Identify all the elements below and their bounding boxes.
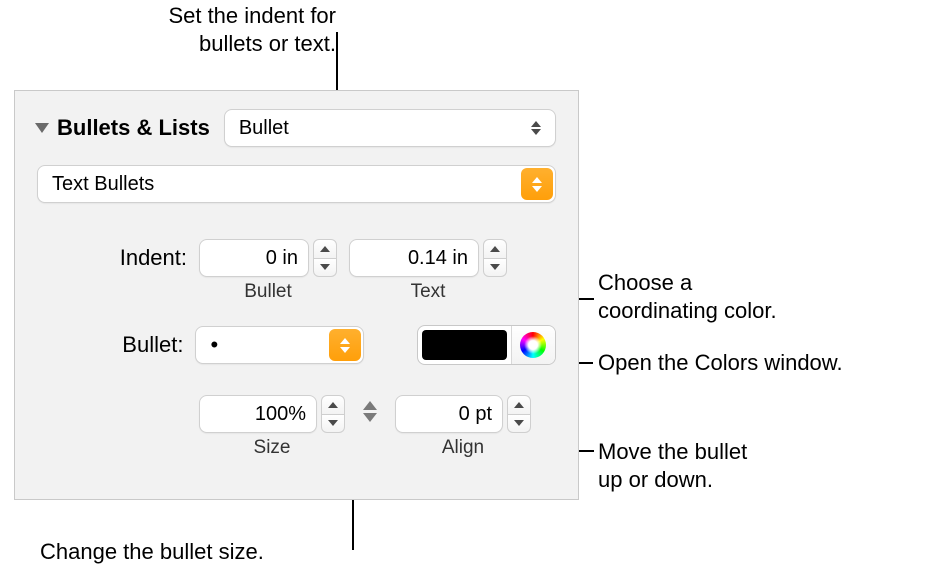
callout-size: Change the bullet size. xyxy=(40,538,264,566)
indent-text-stepper[interactable] xyxy=(483,239,507,277)
indent-text-field[interactable] xyxy=(349,239,479,277)
indent-text-sublabel: Text xyxy=(411,281,446,303)
callout-align: Move the bullet up or down. xyxy=(598,438,747,493)
section-title: Bullets & Lists xyxy=(57,115,210,141)
bullet-character-value: • xyxy=(210,332,218,358)
disclosure-triangle-icon[interactable] xyxy=(35,123,49,133)
bullet-type-value: Text Bullets xyxy=(52,173,154,196)
align-stepper[interactable] xyxy=(507,395,531,433)
bullet-label: Bullet: xyxy=(37,332,183,358)
indent-label: Indent: xyxy=(37,239,187,271)
list-style-dropdown[interactable]: Bullet xyxy=(224,109,556,147)
align-field[interactable] xyxy=(395,395,503,433)
vertical-offset-icon xyxy=(357,401,383,422)
callout-indent: Set the indent for bullets or text. xyxy=(116,2,336,57)
color-wheel-button[interactable] xyxy=(511,326,555,364)
indent-bullet-field[interactable] xyxy=(199,239,309,277)
bullet-type-dropdown[interactable]: Text Bullets xyxy=(37,165,556,203)
color-wheel-icon xyxy=(520,332,546,358)
indent-bullet-sublabel: Bullet xyxy=(244,281,292,303)
align-sublabel: Align xyxy=(442,437,484,459)
color-swatch[interactable] xyxy=(422,330,507,360)
bullet-character-dropdown[interactable]: • xyxy=(195,326,364,364)
size-sublabel: Size xyxy=(254,437,291,459)
callout-color: Choose a coordinating color. xyxy=(598,269,777,324)
updown-icon xyxy=(527,121,545,135)
list-style-value: Bullet xyxy=(239,117,289,140)
bullets-lists-panel: Bullets & Lists Bullet Text Bullets Inde… xyxy=(14,90,579,500)
bullet-color-well xyxy=(417,325,556,365)
size-field[interactable] xyxy=(199,395,317,433)
indent-bullet-stepper[interactable] xyxy=(313,239,337,277)
updown-accent-icon xyxy=(521,168,553,200)
updown-accent-icon xyxy=(329,329,361,361)
callout-wheel: Open the Colors window. xyxy=(598,349,843,377)
size-stepper[interactable] xyxy=(321,395,345,433)
